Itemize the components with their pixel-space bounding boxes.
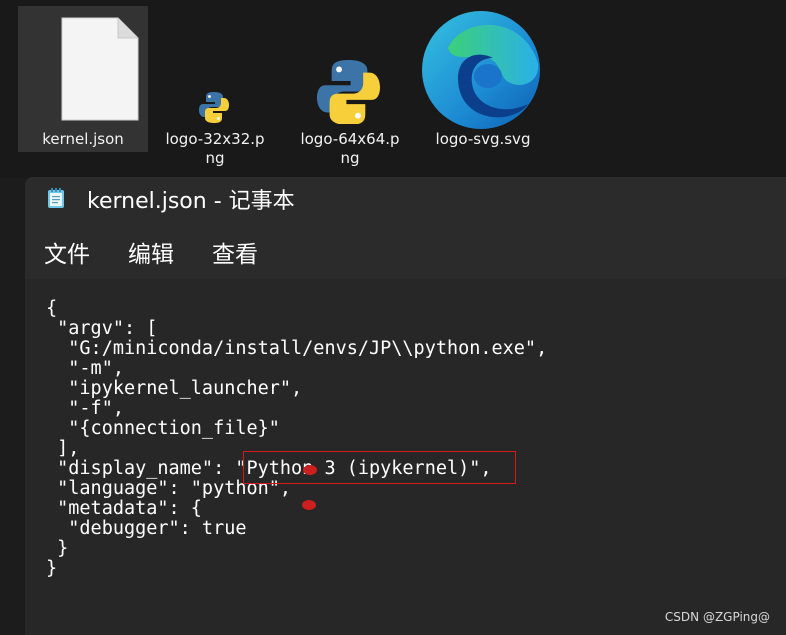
file-logo-svg[interactable]: logo-svg.svg (418, 6, 548, 152)
file-name: logo-32x32.png (165, 130, 265, 167)
file-logo-32[interactable]: logo-32x32.png (155, 6, 275, 172)
annotation-mark (302, 500, 316, 510)
watermark: CSDN @ZGPing@ (664, 610, 770, 624)
edge-browser-icon (418, 8, 548, 135)
python-logo-icon (290, 58, 410, 129)
menu-bar: 文件 编辑 查看 (25, 221, 786, 279)
notepad-icon (47, 187, 65, 213)
python-logo-icon (155, 90, 275, 129)
code-line: { (46, 298, 58, 319)
code-line: "metadata": { (46, 498, 202, 519)
code-line: "-f", (46, 398, 124, 419)
highlight-annotation-box (243, 451, 516, 484)
file-name: logo-svg.svg (435, 130, 531, 148)
file-content[interactable]: { "argv": [ "G:/miniconda/install/envs/J… (46, 299, 547, 579)
code-line: "argv": [ (46, 318, 158, 339)
title-bar[interactable]: kernel.json - 记事本 (25, 177, 786, 221)
file-logo-64[interactable]: logo-64x64.png (290, 6, 410, 172)
notepad-window: kernel.json - 记事本 文件 编辑 查看 { "argv": [ "… (25, 177, 786, 635)
code-line: "ipykernel_launcher", (46, 378, 303, 399)
window-title: kernel.json - 记事本 (87, 189, 295, 214)
file-name: logo-64x64.png (300, 130, 400, 167)
code-line: } (46, 538, 69, 559)
text-editor[interactable]: { "argv": [ "G:/miniconda/install/envs/J… (25, 279, 786, 635)
code-line: "-m", (46, 358, 124, 379)
menu-view[interactable]: 查看 (212, 235, 258, 269)
file-kernel-json[interactable]: kernel.json (18, 6, 148, 152)
menu-edit[interactable]: 编辑 (128, 235, 174, 269)
code-line: } (46, 558, 58, 579)
menu-file[interactable]: 文件 (44, 235, 90, 269)
code-line: "{connection_file}" (46, 418, 280, 439)
code-line: "G:/miniconda/install/envs/JP\\python.ex… (46, 338, 548, 359)
code-line: ], (46, 438, 80, 459)
text-file-icon (18, 16, 148, 127)
file-name: kernel.json (42, 130, 124, 148)
desktop: kernel.json logo-32x32.png logo-64x64.pn… (0, 0, 786, 178)
code-line: "debugger": true (46, 518, 247, 539)
annotation-mark (303, 465, 317, 475)
